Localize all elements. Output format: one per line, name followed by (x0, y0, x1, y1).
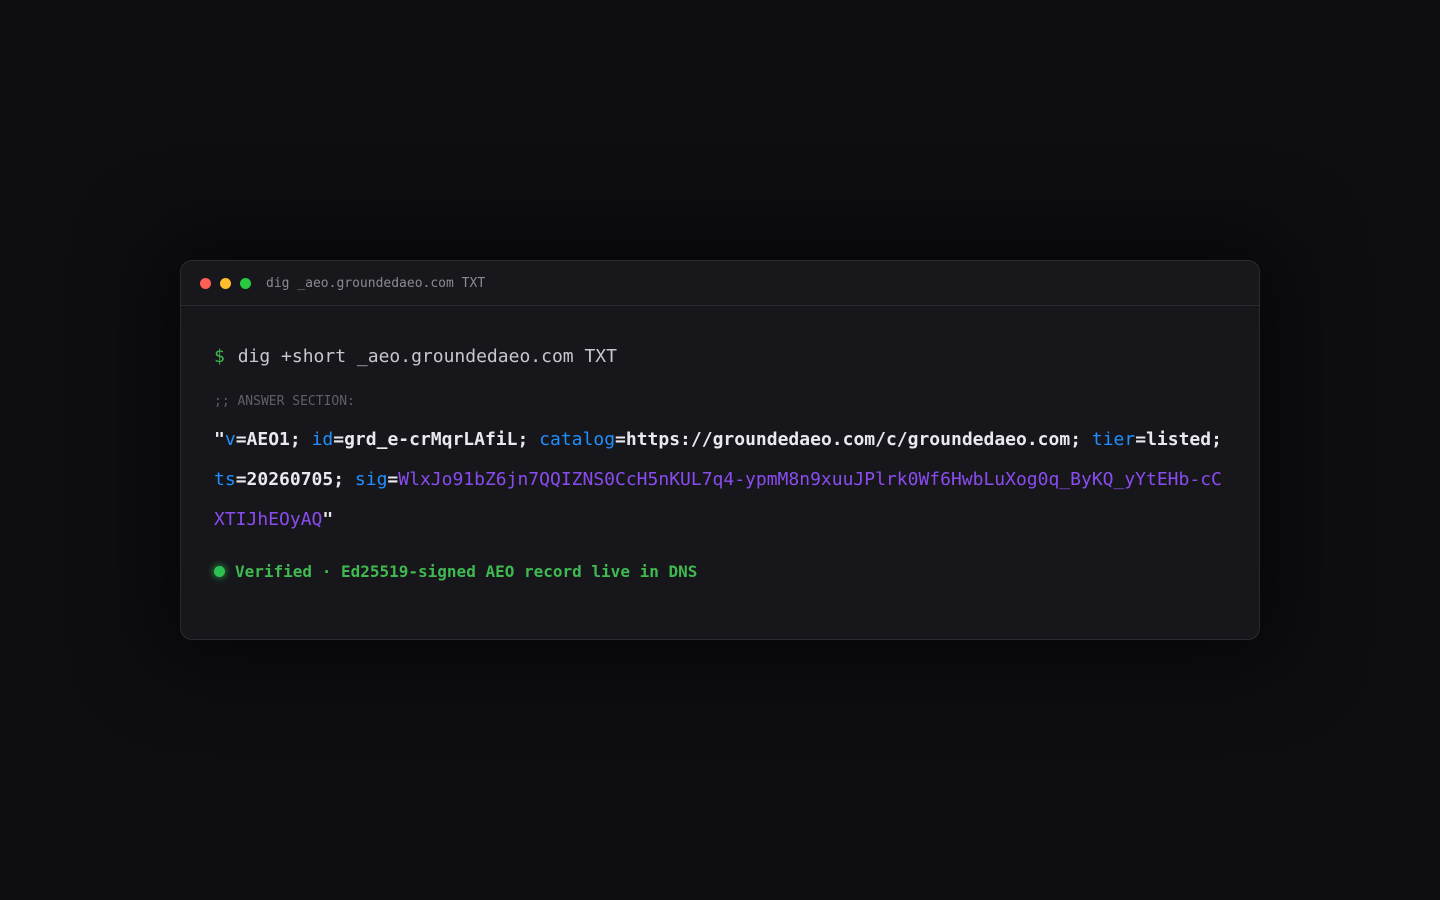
record-key-sig: sig (354, 469, 388, 490)
record-key-ts: ts (214, 469, 236, 490)
terminal-window: dig _aeo.groundedaeo.com TXT $ dig +shor… (180, 260, 1260, 640)
prompt-symbol: $ (214, 346, 225, 367)
status-text: Verified · Ed25519-signed AEO record liv… (235, 562, 698, 581)
record-key-tier: tier (1091, 429, 1136, 450)
record-value-catalog: https://groundedaeo.com/c/groundedaeo.co… (625, 429, 1092, 450)
maximize-window-button[interactable] (240, 277, 251, 289)
window-title: dig _aeo.groundedaeo.com TXT (266, 275, 486, 291)
verification-status: Verified · Ed25519-signed AEO record liv… (214, 562, 1226, 581)
record-key-id: id (311, 429, 334, 450)
record-value-id: grd_e-crMqrLAfiL; (344, 429, 540, 450)
status-indicator-icon (214, 566, 225, 577)
record-close-quote: " (322, 509, 334, 530)
record-key-catalog: catalog (539, 429, 616, 450)
record-value-ts: 20260705; (246, 469, 355, 490)
answer-section-label: ;; ANSWER SECTION: (214, 394, 355, 409)
record-value-v: AEO1; (246, 429, 312, 450)
title-bar: dig _aeo.groundedaeo.com TXT (181, 261, 1259, 306)
record-key-v: v (224, 429, 236, 450)
terminal-body: $ dig +short _aeo.groundedaeo.com TXT ;;… (181, 306, 1259, 581)
record-open-quote: " (214, 429, 225, 450)
close-window-button[interactable] (200, 277, 211, 289)
command-text: dig +short _aeo.groundedaeo.com TXT (237, 346, 617, 367)
record-value-tier: listed; (1146, 429, 1222, 450)
minimize-window-button[interactable] (220, 277, 231, 289)
command-line: $ dig +short _aeo.groundedaeo.com TXT (214, 342, 1226, 372)
txt-record: "v=AEO1; id=grd_e-crMqrLAfiL; catalog=ht… (214, 429, 1222, 530)
